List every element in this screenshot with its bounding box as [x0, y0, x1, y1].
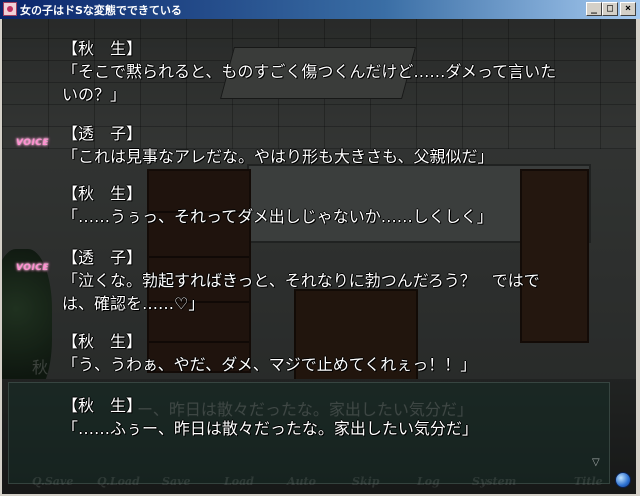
- backlog-entry: 【秋 生】 「そこで黙られると、ものすごく傷つくんだけど……ダメって言いた いの…: [62, 37, 556, 106]
- dialog-line: 「これは見事なアレだな。やはり形も大きさも、父親似だ」: [62, 147, 494, 166]
- title-bar[interactable]: 女の子はドSな変態でできている _ □ ×: [0, 0, 640, 19]
- speaker-name: 【透 子】: [62, 124, 143, 143]
- backlog: 【秋 生】 「そこで黙られると、ものすごく傷つくんだけど……ダメって言いた いの…: [2, 19, 636, 494]
- dialog-line: 「泣くな。勃起すればきっと、それなりに勃つんだろう？ ではで: [62, 271, 540, 290]
- game-window: 女の子はドSな変態でできている _ □ × 秋 ー、昨日は散々だったな。家出した…: [0, 0, 640, 496]
- backlog-entry: 【秋 生】 「……うぅっ、それってダメ出しじゃないか……しくしく」: [62, 182, 493, 228]
- speaker-name: 【秋 生】: [62, 39, 143, 58]
- window-title: 女の子はドSな変態でできている: [20, 4, 182, 17]
- dialog-line: 「……ふぅー、昨日は散々だったな。家出したい気分だ」: [62, 419, 478, 438]
- backlog-entry: 【秋 生】 「……ふぅー、昨日は散々だったな。家出したい気分だ」: [62, 394, 478, 440]
- dialog-line: は、確認を……♡」: [62, 294, 205, 313]
- app-icon[interactable]: [3, 2, 17, 16]
- backlog-entry: 【透 子】 「これは見事なアレだな。やはり形も大きさも、父親似だ」: [62, 122, 494, 168]
- speaker-name: 【秋 生】: [62, 184, 143, 203]
- speaker-name: 【秋 生】: [62, 332, 143, 351]
- backlog-scroll-knob[interactable]: [615, 472, 631, 488]
- maximize-button[interactable]: □: [602, 2, 618, 16]
- speaker-name: 【透 子】: [62, 248, 143, 267]
- backlog-entry: 【透 子】 「泣くな。勃起すればきっと、それなりに勃つんだろう？ ではで は、確…: [62, 246, 540, 315]
- dialog-line: 「そこで黙られると、ものすごく傷つくんだけど……ダメって言いた: [62, 62, 557, 81]
- backlog-entry: 【秋 生】 「う、うわぁ、やだ、ダメ、マジで止めてくれぇっ！！」: [62, 330, 476, 376]
- window-frame-right: [636, 19, 640, 496]
- dialog-line: 「……うぅっ、それってダメ出しじゃないか……しくしく」: [62, 207, 493, 226]
- speaker-name: 【秋 生】: [62, 396, 143, 415]
- minimize-button[interactable]: _: [586, 2, 602, 16]
- voice-replay-button[interactable]: VOICE: [16, 138, 49, 148]
- voice-replay-button[interactable]: VOICE: [16, 263, 49, 273]
- dialog-line: 「う、うわぁ、やだ、ダメ、マジで止めてくれぇっ！！」: [62, 355, 477, 374]
- close-button[interactable]: ×: [620, 2, 636, 16]
- game-screen[interactable]: 秋 ー、昨日は散々だったな。家出したい気分だ」 Q.Save Q.Load Sa…: [2, 19, 636, 494]
- next-page-arrow-icon: ▽: [592, 457, 600, 468]
- dialog-line: いの？」: [62, 85, 127, 104]
